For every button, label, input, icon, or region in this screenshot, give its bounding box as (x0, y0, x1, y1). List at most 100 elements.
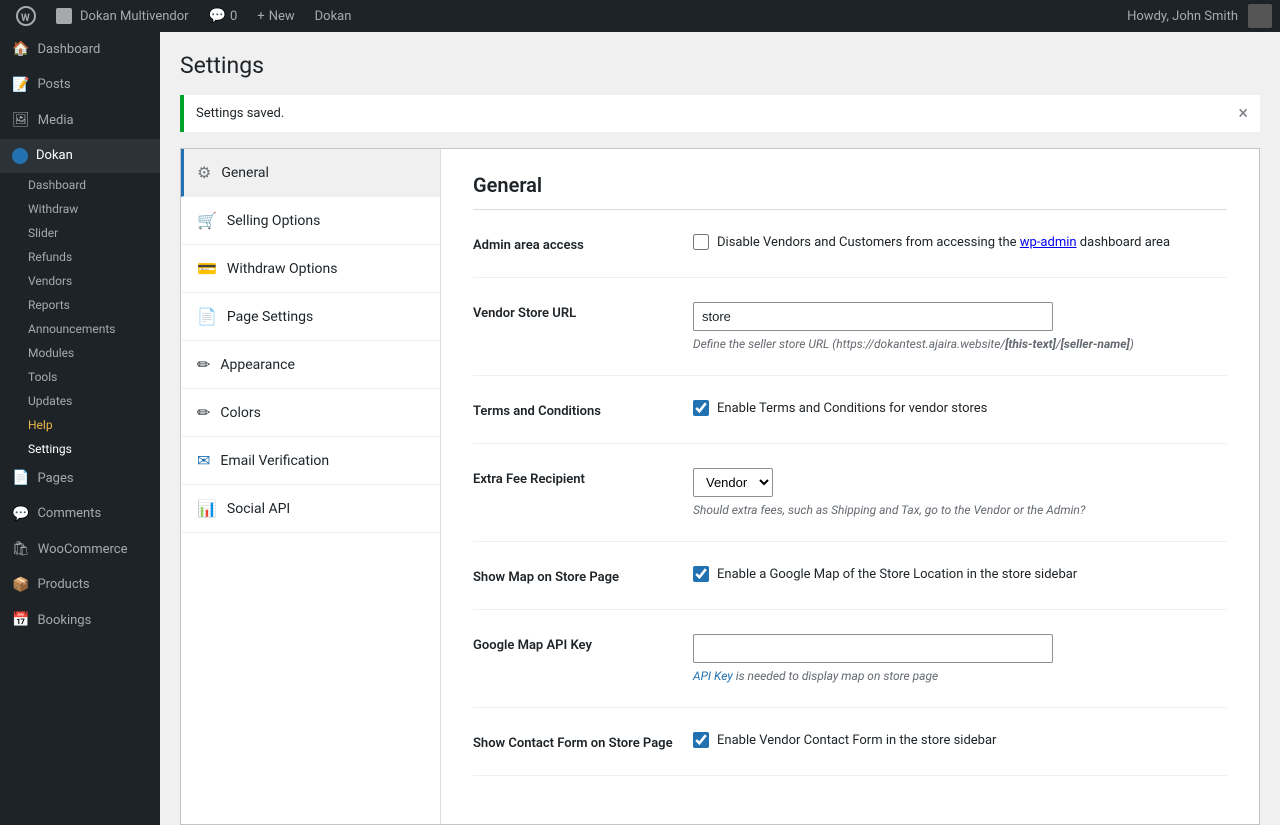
dokan-plugin-button[interactable]: Dokan (307, 0, 360, 32)
form-row-admin-area-access: Admin area access Disable Vendors and Cu… (473, 234, 1227, 278)
sidebar-item-bookings[interactable]: 📅 Bookings (0, 603, 160, 639)
media-icon: 🖼 (12, 111, 30, 131)
wp-logo-button[interactable]: W (8, 0, 44, 32)
settings-nav-colors[interactable]: ✏ Colors (181, 389, 440, 437)
sidebar-item-label: Media (38, 112, 74, 130)
settings-nav-withdraw-options[interactable]: 💳 Withdraw Options (181, 245, 440, 293)
sidebar-item-dokan-help[interactable]: Help (0, 413, 160, 437)
field-label-vendor-store-url: Vendor Store URL (473, 302, 693, 321)
new-label: New (269, 9, 295, 24)
settings-section-general: General Admin area access Disable Vendor… (441, 149, 1259, 824)
extra-fee-recipient-description: Should extra fees, such as Shipping and … (693, 503, 1227, 517)
extra-fee-recipient-select[interactable]: Vendor Admin (693, 468, 773, 497)
howdy-label: Howdy, John Smith (1127, 9, 1238, 24)
field-extra-fee-recipient: Vendor Admin Should extra fees, such as … (693, 468, 1227, 517)
sidebar-item-dokan[interactable]: Dokan (0, 139, 160, 173)
nav-label: Social API (227, 501, 290, 517)
page-title: Settings (180, 52, 1260, 79)
settings-nav-social-api[interactable]: 📊 Social API (181, 485, 440, 533)
avatar (1248, 4, 1272, 28)
products-icon: 📦 (12, 576, 29, 596)
admin-area-access-checkbox[interactable] (693, 234, 709, 250)
bookings-icon: 📅 (12, 611, 29, 631)
nav-label: Appearance (220, 357, 294, 373)
form-row-show-map-on-store-page: Show Map on Store Page Enable a Google M… (473, 566, 1227, 610)
field-google-map-api-key: API Key is needed to display map on stor… (693, 634, 1227, 683)
form-row-terms-and-conditions: Terms and Conditions Enable Terms and Co… (473, 400, 1227, 444)
pages-icon: 📄 (12, 469, 29, 489)
settings-nav-selling-options[interactable]: 🛒 Selling Options (181, 197, 440, 245)
sidebar-item-label: Products (37, 576, 89, 594)
sidebar-item-dokan-tools[interactable]: Tools (0, 365, 160, 389)
notice-dismiss-button[interactable]: × (1238, 103, 1248, 124)
woo-icon: 🛍 (12, 540, 30, 560)
settings-saved-notice: Settings saved. × (180, 95, 1260, 132)
settings-nav-appearance[interactable]: ✏ Appearance (181, 341, 440, 389)
sidebar-item-posts[interactable]: 📝 Posts (0, 68, 160, 104)
sidebar-item-products[interactable]: 📦 Products (0, 568, 160, 604)
sidebar-item-dokan-settings[interactable]: Settings (0, 437, 160, 461)
nav-label: General (221, 165, 269, 181)
field-show-contact-form: Enable Vendor Contact Form in the store … (693, 732, 1227, 748)
google-map-api-key-input[interactable] (693, 634, 1053, 663)
notice-text: Settings saved. (196, 106, 284, 121)
sidebar-item-media[interactable]: 🖼 Media (0, 103, 160, 139)
sidebar-item-dokan-updates[interactable]: Updates (0, 389, 160, 413)
show-contact-form-checkbox[interactable] (693, 732, 709, 748)
settings-nav: ⚙ General 🛒 Selling Options 💳 Withdraw O… (181, 149, 441, 824)
sidebar-item-dokan-modules[interactable]: Modules (0, 341, 160, 365)
sidebar-item-dashboard[interactable]: 🏠 Dashboard (0, 32, 160, 68)
sidebar: 🏠 Dashboard 📝 Posts 🖼 Media Dokan Dashbo… (0, 32, 160, 825)
sidebar-item-dokan-reports[interactable]: Reports (0, 293, 160, 317)
terms-and-conditions-checkbox[interactable] (693, 400, 709, 416)
sidebar-item-label: Dokan (36, 147, 73, 165)
nav-label: Selling Options (227, 213, 320, 229)
show-map-on-store-page-checkbox[interactable] (693, 566, 709, 582)
sidebar-item-label: Comments (37, 505, 101, 523)
gear-icon: ⚙ (197, 163, 211, 182)
colors-icon: ✏ (197, 403, 210, 422)
sidebar-item-dokan-announcements[interactable]: Announcements (0, 317, 160, 341)
settings-nav-email-verification[interactable]: ✉ Email Verification (181, 437, 440, 485)
comments-count: 0 (230, 9, 237, 24)
sidebar-item-label: Bookings (37, 612, 91, 630)
appearance-icon: ✏ (197, 355, 210, 374)
sidebar-item-label: Dashboard (37, 41, 100, 59)
field-label-admin-area-access: Admin area access (473, 234, 693, 253)
admin-area-access-label: Disable Vendors and Customers from acces… (717, 235, 1170, 250)
sidebar-item-dokan-vendors[interactable]: Vendors (0, 269, 160, 293)
sidebar-item-dokan-dashboard[interactable]: Dashboard (0, 173, 160, 197)
form-row-vendor-store-url: Vendor Store URL Define the seller store… (473, 302, 1227, 376)
vendor-store-url-input[interactable] (693, 302, 1053, 331)
field-vendor-store-url: Define the seller store URL (https://dok… (693, 302, 1227, 351)
wp-admin-link[interactable]: wp-admin (1020, 235, 1077, 250)
sidebar-item-label: WooCommerce (38, 541, 128, 559)
sidebar-item-dokan-withdraw[interactable]: Withdraw (0, 197, 160, 221)
comments-icon: 💬 (12, 505, 29, 525)
page-settings-icon: 📄 (197, 307, 217, 326)
api-key-link[interactable]: API Key (693, 669, 733, 683)
plus-icon: + (257, 9, 264, 24)
field-label-extra-fee-recipient: Extra Fee Recipient (473, 468, 693, 487)
dokan-label: Dokan (315, 9, 352, 24)
sidebar-item-woocommerce[interactable]: 🛍 WooCommerce (0, 532, 160, 568)
field-label-show-map-on-store-page: Show Map on Store Page (473, 566, 693, 585)
settings-nav-page-settings[interactable]: 📄 Page Settings (181, 293, 440, 341)
admin-bar: W Dokan Multivendor 💬 0 + New Dokan Howd… (0, 0, 1280, 32)
site-name-button[interactable]: Dokan Multivendor (48, 0, 197, 32)
field-terms-and-conditions: Enable Terms and Conditions for vendor s… (693, 400, 1227, 416)
field-label-terms-and-conditions: Terms and Conditions (473, 400, 693, 419)
sidebar-item-comments[interactable]: 💬 Comments (0, 497, 160, 533)
sidebar-item-dokan-refunds[interactable]: Refunds (0, 245, 160, 269)
social-api-icon: 📊 (197, 499, 217, 518)
form-row-extra-fee-recipient: Extra Fee Recipient Vendor Admin Should … (473, 468, 1227, 542)
settings-container: ⚙ General 🛒 Selling Options 💳 Withdraw O… (180, 148, 1260, 825)
nav-label: Withdraw Options (227, 261, 338, 277)
settings-nav-general[interactable]: ⚙ General (181, 149, 440, 197)
cart-icon: 🛒 (197, 211, 217, 230)
sidebar-item-dokan-slider[interactable]: Slider (0, 221, 160, 245)
field-label-google-map-api-key: Google Map API Key (473, 634, 693, 653)
comments-button[interactable]: 💬 0 (201, 0, 246, 32)
sidebar-item-pages[interactable]: 📄 Pages (0, 461, 160, 497)
new-content-button[interactable]: + New (249, 0, 302, 32)
